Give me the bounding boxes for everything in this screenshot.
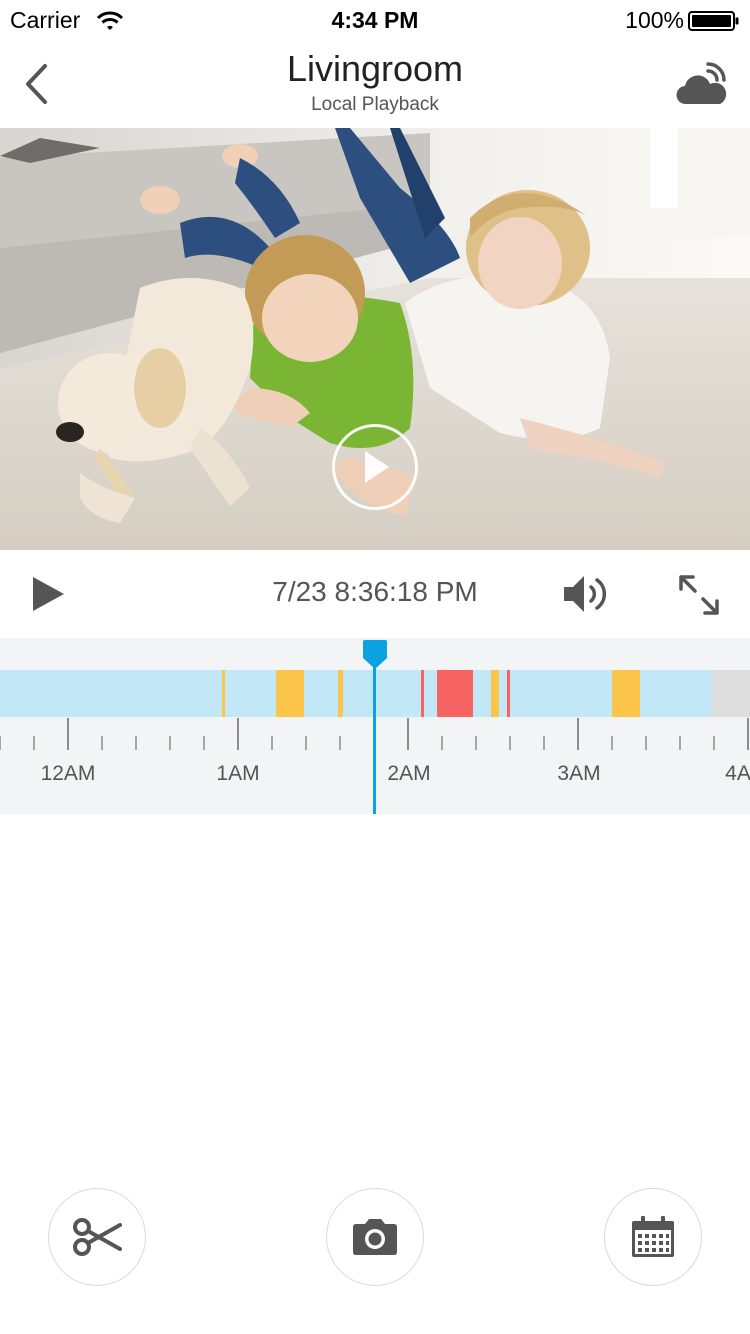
motion-event[interactable]: [276, 670, 304, 717]
page-title: Livingroom: [286, 48, 464, 89]
timeline-cursor-handle[interactable]: [362, 638, 388, 670]
playback-controls: 7/23 8:36:18 PM: [0, 550, 750, 638]
volume-button[interactable]: [560, 572, 612, 621]
expand-icon: [679, 575, 719, 615]
page-subtitle: Local Playback: [311, 94, 439, 115]
scissors-icon: [73, 1218, 122, 1256]
cloud-button[interactable]: [674, 58, 730, 113]
snapshot-button[interactable]: [326, 1188, 424, 1286]
navigation-bar: Livingroom Local Playback: [0, 40, 750, 128]
play-circle-icon: [365, 451, 389, 483]
video-play-overlay[interactable]: [332, 424, 418, 510]
alert-event[interactable]: [507, 670, 510, 717]
motion-event[interactable]: [612, 670, 640, 717]
hour-label-2am: 2AM: [387, 762, 431, 785]
status-bar: Carrier 4:34 PM 100%: [0, 0, 750, 40]
no-recording-segment: [712, 670, 750, 717]
hour-label-3am: 3AM: [557, 762, 601, 785]
alert-event[interactable]: [421, 670, 424, 717]
playback-datetime: 7/23 8:36:18 PM: [272, 576, 478, 607]
hour-label-12am: 12AM: [40, 762, 96, 785]
motion-event[interactable]: [491, 670, 499, 717]
volume-icon: [564, 576, 607, 612]
hour-label-4am: 4A: [725, 762, 750, 785]
hour-label-1am: 1AM: [216, 762, 260, 785]
timeline[interactable]: 12AM 1AM 2AM 3AM 4A: [0, 638, 750, 814]
fullscreen-button[interactable]: [676, 572, 722, 623]
battery-icon: [688, 11, 740, 36]
motion-event[interactable]: [222, 670, 225, 717]
motion-event[interactable]: [338, 670, 343, 717]
clip-button[interactable]: [48, 1188, 146, 1286]
calendar-button[interactable]: [604, 1188, 702, 1286]
timeline-cursor[interactable]: [373, 662, 376, 814]
cloud-signal-icon: [676, 62, 727, 105]
calendar-icon: [632, 1216, 674, 1257]
camera-icon: [353, 1219, 397, 1255]
alert-event[interactable]: [437, 670, 473, 717]
video-player[interactable]: [0, 128, 750, 550]
battery-percentage: 100%: [625, 7, 684, 33]
